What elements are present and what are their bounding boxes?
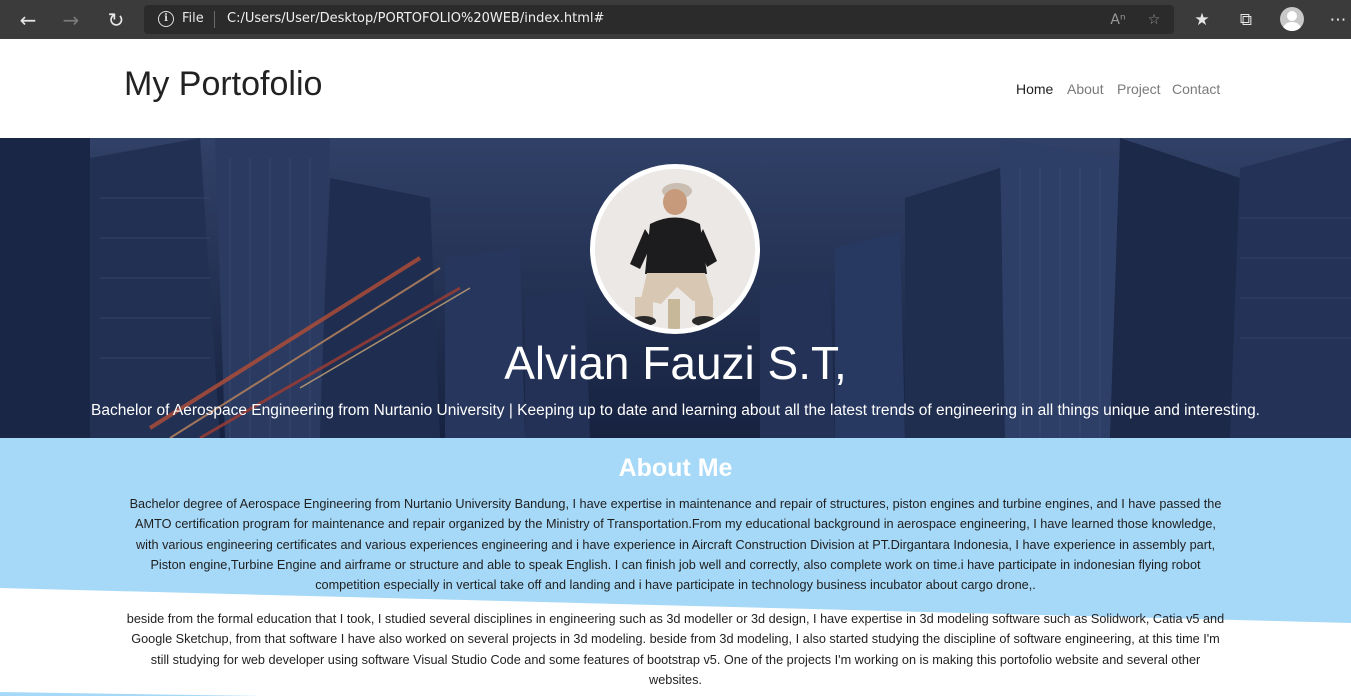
profile-photo-image <box>595 169 755 329</box>
about-paragraph-1: Bachelor degree of Aerospace Engineering… <box>129 497 1222 593</box>
back-arrow-icon[interactable]: ← <box>15 7 41 33</box>
site-navbar: My Portofolio Home About Project Contact <box>0 39 1351 138</box>
url-text[interactable]: C:/Users/User/Desktop/PORTOFOLIO%20WEB/i… <box>227 11 604 26</box>
nav-link-home[interactable]: Home <box>1016 81 1053 97</box>
avatar-head <box>1287 11 1297 21</box>
forward-arrow-icon[interactable]: → <box>58 7 84 33</box>
profile-avatar-icon[interactable] <box>1280 7 1304 31</box>
file-label: File <box>182 11 204 26</box>
more-menu-icon[interactable]: ⋯ <box>1326 8 1350 32</box>
nav-link-contact[interactable]: Contact <box>1172 81 1220 97</box>
nav-link-project[interactable]: Project <box>1117 81 1161 97</box>
address-divider <box>214 11 215 28</box>
profile-photo <box>590 164 760 334</box>
nav-link-about[interactable]: About <box>1067 81 1104 97</box>
add-favorite-icon[interactable]: ☆ <box>1144 10 1164 30</box>
collections-icon[interactable]: ⧉ <box>1234 8 1258 32</box>
hero-name: Alvian Fauzi S.T, <box>504 337 847 389</box>
site-brand[interactable]: My Portofolio <box>124 65 322 104</box>
refresh-icon[interactable]: ↻ <box>103 7 129 33</box>
hero-section: Alvian Fauzi S.T, Bachelor of Aerospace … <box>0 138 1351 438</box>
read-aloud-icon[interactable]: Aⁿ <box>1108 10 1128 30</box>
hero-tagline: Bachelor of Aerospace Engineering from N… <box>91 402 1260 419</box>
avatar-body <box>1283 22 1301 31</box>
address-bar[interactable]: i File C:/Users/User/Desktop/PORTOFOLIO%… <box>144 5 1174 34</box>
about-title: About Me <box>618 454 733 482</box>
about-paragraph-2: beside from the formal education that I … <box>126 612 1225 687</box>
info-icon[interactable]: i <box>158 11 174 27</box>
about-section: About Me Bachelor degree of Aerospace En… <box>0 438 1351 696</box>
favorites-icon[interactable]: ★ <box>1190 8 1214 32</box>
browser-toolbar: ← → ↻ i File C:/Users/User/Desktop/PORTO… <box>0 0 1351 39</box>
